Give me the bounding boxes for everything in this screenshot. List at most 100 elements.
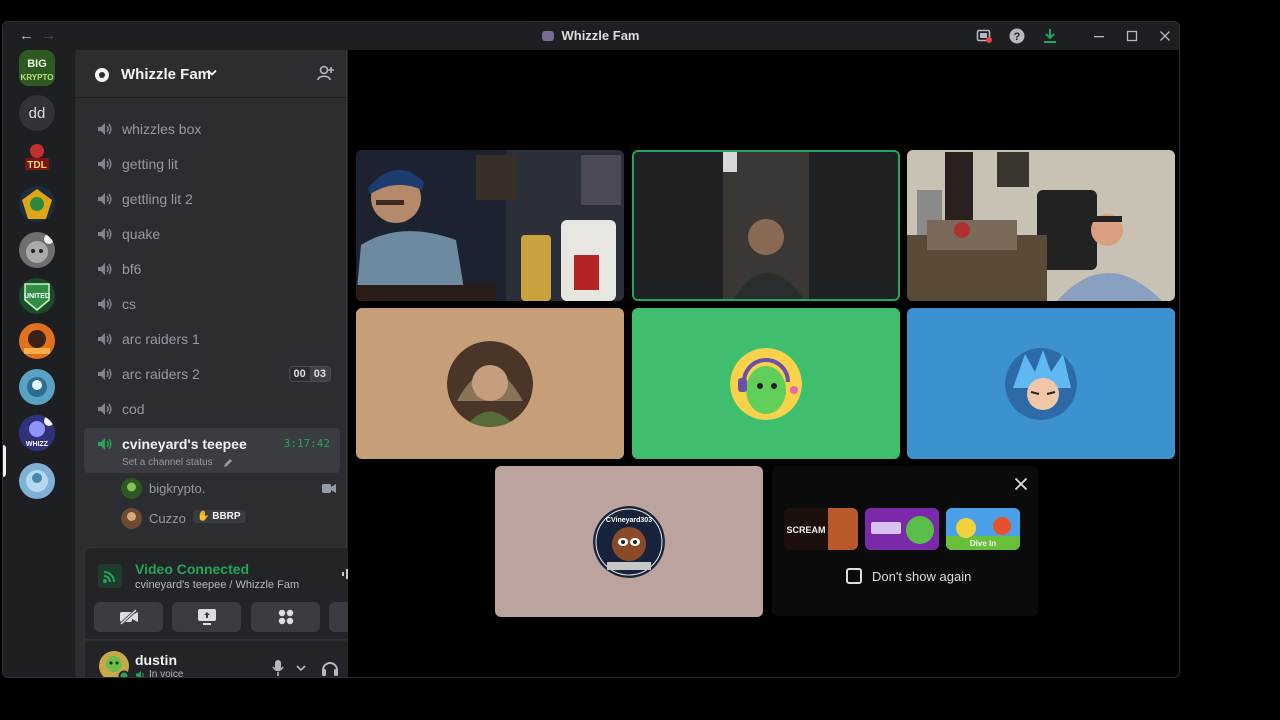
maximize-icon[interactable]	[1123, 27, 1141, 45]
channel-active-cvineyards-teepee[interactable]: cvineyard's teepee 3:17:42 Set a channel…	[84, 428, 340, 473]
voice-channel-label: arc raiders 1	[122, 331, 200, 347]
voice-channel-item[interactable]: quake	[84, 218, 340, 250]
download-icon[interactable]	[1041, 27, 1059, 45]
dont-show-label[interactable]: Don't show again	[872, 569, 971, 584]
activity-thumb-2[interactable]	[865, 508, 939, 550]
server-icon-dd[interactable]: dd	[19, 95, 55, 131]
svg-text:BIG: BIG	[27, 58, 47, 70]
close-promo-icon[interactable]	[1014, 477, 1028, 491]
speaker-active-icon	[98, 438, 112, 450]
video-tile-avatar-1[interactable]	[356, 308, 624, 459]
server-icon-united[interactable]: UNITED	[19, 278, 55, 314]
user-status: In voice	[149, 669, 184, 678]
voice-channel-label: cs	[122, 296, 136, 312]
participant-avatar-2	[730, 347, 802, 420]
voice-channel-item[interactable]: cod	[84, 393, 340, 425]
call-timer: 3:17:42	[283, 437, 330, 450]
minimize-icon[interactable]	[1090, 27, 1108, 45]
inbox-icon[interactable]	[975, 27, 993, 45]
activity-art-3: Dive In	[946, 508, 1020, 550]
server-icon-lightblue[interactable]	[19, 463, 55, 499]
member-name: bigkrypto.	[149, 481, 206, 496]
window-title-area: Whizzle Fam	[3, 28, 1179, 43]
voice-channel-item[interactable]: getting lit	[84, 148, 340, 180]
member-name: Cuzzo	[149, 511, 186, 526]
activity-thumb-3[interactable]: Dive In	[946, 508, 1020, 550]
screen-share-icon	[197, 609, 216, 625]
badge-value: 03	[309, 367, 330, 381]
member-tag: ✋ BBRP	[193, 510, 246, 523]
username[interactable]: dustin	[135, 652, 177, 668]
channel-status-input[interactable]: Set a channel status	[122, 457, 213, 468]
server-icon-orange[interactable]	[19, 323, 55, 359]
voice-status[interactable]: Video Connected	[135, 561, 249, 577]
speaker-icon	[98, 228, 112, 240]
server-icon-badge[interactable]	[19, 186, 55, 222]
voice-channel-item[interactable]: gettling lit 2	[84, 183, 340, 215]
user-avatar[interactable]	[99, 651, 131, 678]
member-avatar	[121, 508, 142, 529]
video-tile-camera-2-speaking[interactable]	[632, 150, 900, 301]
video-tile-avatar-2[interactable]	[632, 308, 900, 459]
server-icon-whizzle-fam[interactable]: WHIZZ	[19, 415, 55, 451]
activity-art-1: SCREAM	[784, 508, 858, 550]
video-camera-icon	[322, 484, 336, 493]
server-icon-bigkrypto[interactable]: BIG KRYPTO	[19, 50, 55, 86]
speaker-icon	[98, 368, 112, 380]
voice-location[interactable]: cvineyard's teepee / Whizzle Fam	[135, 579, 299, 591]
member-cuzzo[interactable]: Cuzzo ✋ BBRP	[121, 508, 336, 532]
speaker-icon	[98, 158, 112, 170]
close-icon[interactable]	[1156, 27, 1174, 45]
headphones-icon[interactable]	[321, 659, 339, 677]
webcam-feed-3	[907, 150, 1175, 301]
voice-channel-item[interactable]: cs	[84, 288, 340, 320]
svg-text:WHIZZ: WHIZZ	[26, 441, 49, 448]
server-gear-icon	[95, 68, 109, 82]
server-icon-blue[interactable]	[19, 369, 55, 405]
video-tile-camera-1[interactable]	[356, 150, 624, 301]
video-tile-avatar-3[interactable]	[907, 308, 1175, 459]
window-title: Whizzle Fam	[561, 28, 640, 43]
server-icon-face[interactable]	[19, 232, 55, 268]
activity-thumb-3-title: Dive In	[970, 539, 996, 548]
voice-channel-item[interactable]: whizzles box	[84, 113, 340, 145]
microphone-icon[interactable]	[271, 659, 285, 677]
server-header[interactable]: Whizzle Fam	[76, 50, 348, 98]
badge-value: 00	[289, 367, 310, 381]
activities-promo: SCREAM Dive In Don't show again	[772, 466, 1038, 616]
dont-show-checkbox[interactable]	[846, 568, 862, 584]
video-tile-avatar-4[interactable]: CVineyard303	[495, 466, 763, 617]
server-icon-tdl[interactable]: TDL	[19, 140, 55, 176]
active-server-indicator	[3, 445, 6, 477]
connection-signal-icon[interactable]	[98, 564, 122, 588]
chevron-down-icon	[207, 69, 217, 76]
discord-window: ← → Whizzle Fam ? BIG KRYPTO dd TDL UNIT…	[2, 21, 1180, 678]
in-voice-speaker-icon	[136, 671, 144, 677]
speaker-icon	[98, 333, 112, 345]
share-screen-button[interactable]	[172, 602, 241, 632]
camera-off-button[interactable]	[94, 602, 163, 632]
invite-member-icon[interactable]	[317, 64, 335, 82]
activities-icon	[278, 609, 293, 625]
activity-thumb-1[interactable]: SCREAM	[784, 508, 858, 550]
voice-channel-label: quake	[122, 226, 161, 242]
webcam-feed-2	[634, 152, 898, 299]
discord-app: ← → Whizzle Fam ? BIG KRYPTO dd TDL UNIT…	[0, 0, 1280, 720]
mic-options-chevron-icon[interactable]	[296, 665, 306, 672]
video-tile-camera-3[interactable]	[907, 150, 1175, 301]
svg-text:?: ?	[1014, 31, 1021, 43]
voice-channel-item[interactable]: arc raiders 1	[84, 323, 340, 355]
webcam-feed-1	[356, 150, 624, 301]
member-bigkrypto[interactable]: bigkrypto.	[121, 478, 336, 502]
activities-button[interactable]	[251, 602, 320, 632]
participant-avatar-3	[1005, 347, 1077, 420]
avatar-name-text: CVineyard303	[606, 517, 652, 524]
channel-sidebar: Whizzle Fam whizzles box getting lit gettl…	[75, 50, 411, 678]
voice-channel-item[interactable]: bf6	[84, 253, 340, 285]
pencil-icon[interactable]	[223, 458, 233, 468]
help-icon[interactable]: ?	[1008, 27, 1026, 45]
server-small-icon	[542, 31, 555, 41]
voice-channel-item[interactable]: arc raiders 2 00 03	[84, 358, 340, 390]
speaker-icon	[98, 298, 112, 310]
speaker-icon	[98, 193, 112, 205]
